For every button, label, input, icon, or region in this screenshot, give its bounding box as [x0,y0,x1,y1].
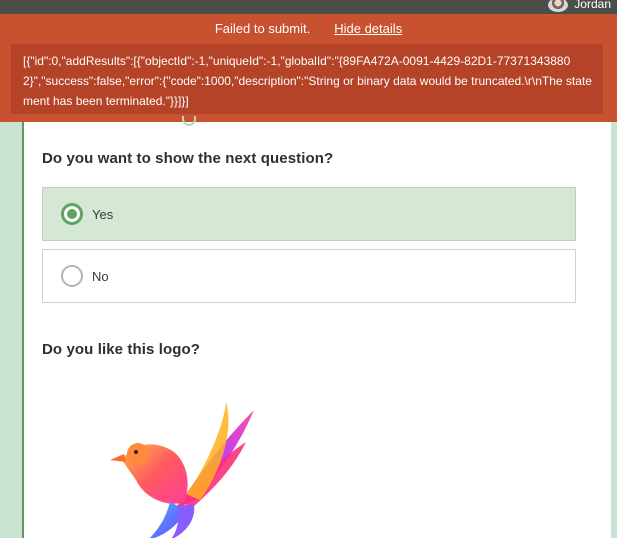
option-yes[interactable]: Yes [42,187,576,241]
avatar[interactable] [548,0,569,12]
option-no-label: No [92,268,109,284]
survey-page: Do you want to show the next question? Y… [22,116,611,538]
option-no[interactable]: No [42,249,576,303]
hide-details-link[interactable]: Hide details [334,21,402,36]
error-title: Failed to submit. [214,21,311,36]
error-details-text: [{"id":0,"addResults":[{"objectId":-1,"u… [11,44,603,114]
option-yes-label: Yes [92,206,114,222]
question-title-show-next: Do you want to show the next question? [42,150,334,167]
bird-logo-icon [110,402,254,538]
error-banner: Failed to submit. Hide details [{"id":0,… [0,14,617,122]
question-title-logo: Do you like this logo? [42,341,201,358]
radio-selected-icon[interactable] [61,203,83,225]
user-name[interactable]: Jordan [574,0,611,10]
radio-unselected-icon[interactable] [61,265,83,287]
error-title-row: Failed to submit. Hide details [0,21,617,36]
progress-indicator [182,116,196,126]
